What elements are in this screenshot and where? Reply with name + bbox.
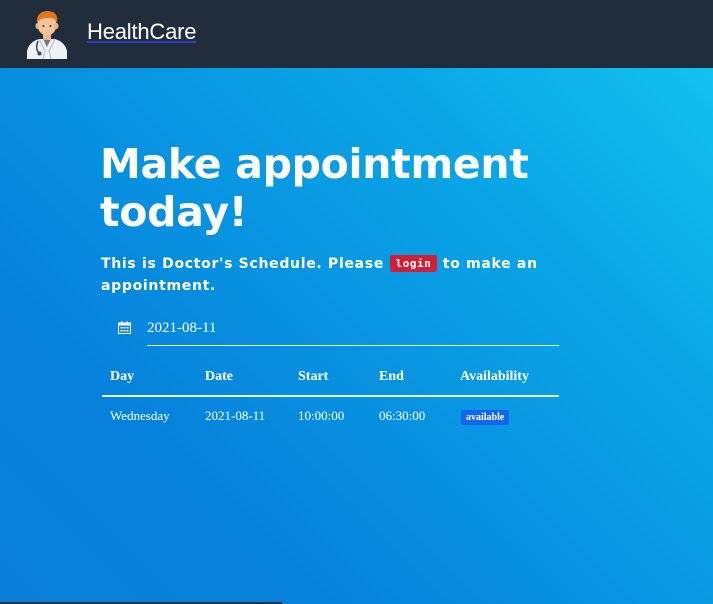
page-title: Make appointment today! (100, 140, 529, 236)
header-start: Start (290, 359, 371, 397)
date-input[interactable] (147, 318, 559, 346)
header-availability: Availability (452, 359, 559, 397)
subtitle-text-before: This is Doctor's Schedule. Please (101, 256, 390, 272)
hero-subtitle: This is Doctor's Schedule. Please login … (101, 253, 541, 297)
date-picker (118, 318, 559, 347)
header-date: Date (197, 359, 290, 397)
calendar-icon[interactable] (118, 321, 131, 334)
table-row[interactable]: Wednesday 2021-08-11 10:00:00 06:30:00 a… (102, 396, 559, 435)
brand-name[interactable]: HealthCare (87, 19, 196, 45)
cell-day: Wednesday (110, 408, 170, 423)
header-day: Day (102, 359, 197, 397)
navbar: HealthCare (0, 0, 713, 68)
cell-availability: available (452, 396, 559, 435)
cell-date: 2021-08-11 (205, 408, 266, 423)
header-end: End (371, 359, 452, 397)
cell-end: 06:30:00 (379, 408, 426, 423)
available-badge[interactable]: available (461, 409, 510, 425)
login-link[interactable]: login (389, 255, 438, 272)
table-header-row: Day Date Start End Availability (102, 359, 559, 397)
doctor-avatar-icon[interactable] (25, 9, 69, 59)
schedule-table: Day Date Start End Availability Wednesda… (102, 359, 559, 435)
cell-start: 10:00:00 (298, 408, 345, 423)
